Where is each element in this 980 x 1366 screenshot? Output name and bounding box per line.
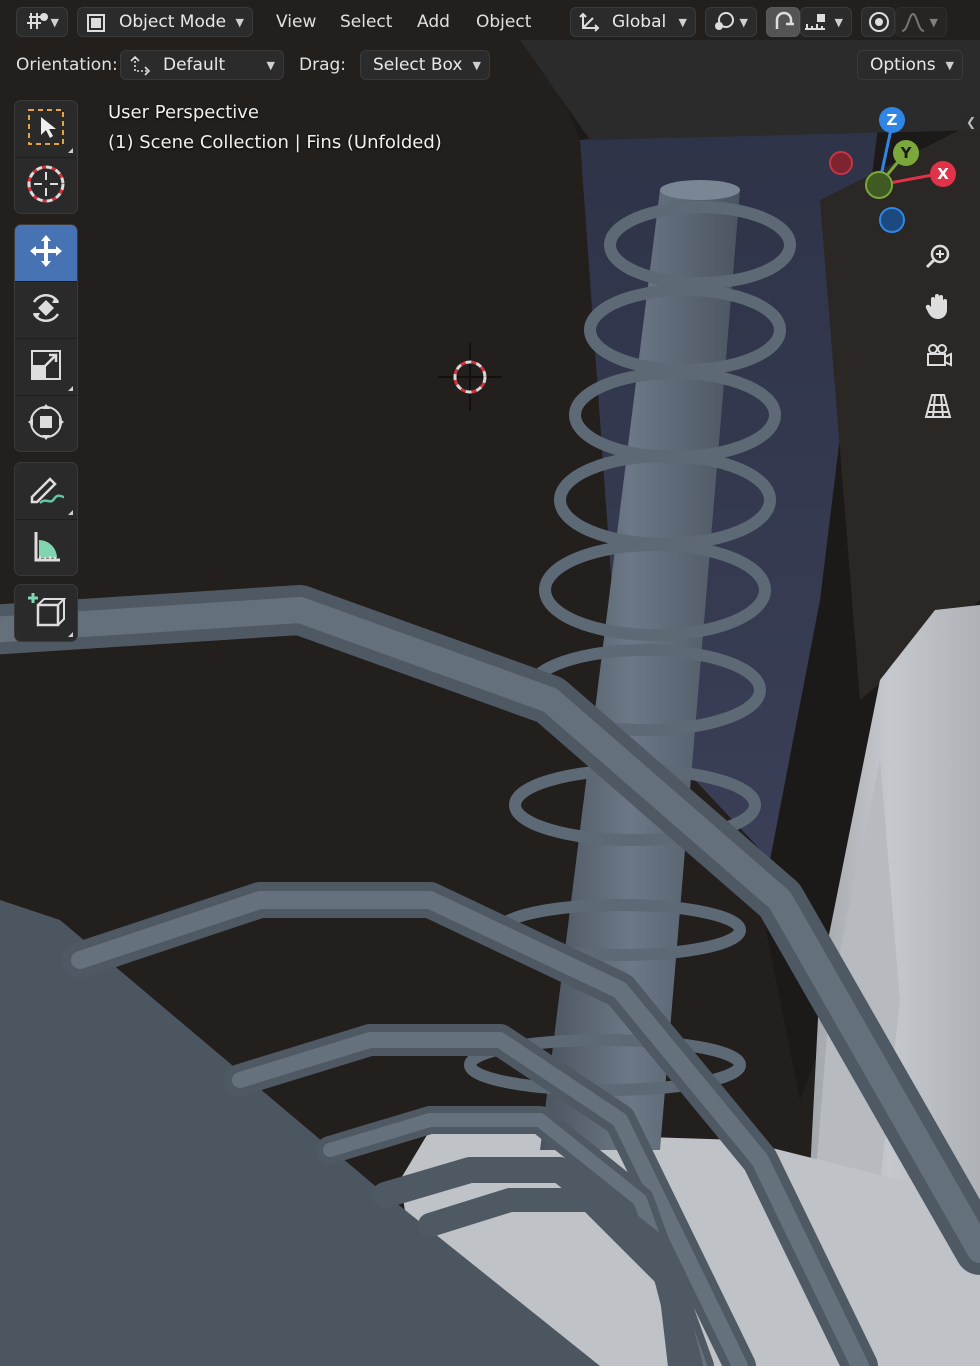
transform-tool[interactable] [15,396,77,451]
tool-corner-indicator [68,632,73,637]
add-cube-tool[interactable] [15,585,77,641]
proportional-edit-icon [867,11,891,38]
pivot-point-icon [712,11,738,38]
options-label: Options [870,55,936,75]
navigation-gizmo[interactable]: Z Y X [826,104,962,234]
blender-window: ▼ Object Mode ▼ View Select Add Object G… [0,0,980,1366]
camera-view-button[interactable] [914,336,962,380]
zoom-icon [923,242,953,276]
add-cube-icon [26,591,67,635]
drag-dropdown-value: Select Box [373,55,463,75]
perspective-toggle-button[interactable] [914,386,962,430]
mode-selector[interactable]: Object Mode ▼ [77,7,253,37]
snap-increment-selector[interactable]: ▼ [800,7,852,37]
move-icon [26,231,66,275]
scale-icon [26,345,66,389]
toolbar-group-transform [14,224,78,452]
menu-select-label: Select [340,12,393,32]
measure-tool[interactable] [15,520,77,575]
toolbar-group-annotate [14,462,78,576]
annotate-tool[interactable] [15,463,77,520]
menu-add[interactable]: Add [417,7,450,37]
menu-view-label: View [276,12,317,32]
falloff-curve-icon [900,11,926,38]
menu-view[interactable]: View [276,7,316,37]
select-box-icon [26,107,66,151]
viewport-header: ▼ Object Mode ▼ View Select Add Object G… [0,0,980,44]
viewport-collection-label: (1) Scene Collection | Fins (Unfolded) [108,132,442,153]
transform-orientation-selector[interactable]: Global ▼ [570,7,696,37]
sidebar-collapse-arrow[interactable]: ❮ [962,112,980,132]
gizmo-z-label: Z [886,111,898,129]
orientation-axes-icon [127,54,153,81]
chevron-down-icon: ▼ [945,59,954,72]
gizmo-neg-x-axis[interactable] [829,151,853,175]
move-tool[interactable] [15,225,77,282]
tool-settings-bar: Orientation: Default ▼ Drag: Select Box … [0,44,980,88]
hand-pan-icon [923,291,953,325]
toolbar-group-add [14,584,78,642]
chevron-down-icon: ▼ [266,59,275,72]
tool-corner-indicator [68,386,73,391]
orientation-gizmo-icon [578,11,602,38]
gizmo-x-label: X [937,165,949,183]
magnet-icon [772,11,796,38]
mode-label: Object Mode [119,12,227,32]
tool-corner-indicator [68,510,73,515]
annotate-pencil-icon [26,469,66,513]
perspective-grid-icon [923,391,953,425]
chevron-down-icon: ▼ [929,16,938,29]
editor-type-icon [25,11,51,38]
viewport-perspective-label: User Perspective [108,102,259,123]
rotate-tool[interactable] [15,282,77,339]
tool-corner-indicator [68,148,73,153]
cursor-tool[interactable] [15,158,77,213]
orientation-label: Global [612,12,667,32]
scale-tool[interactable] [15,339,77,396]
menu-select[interactable]: Select [340,7,392,37]
snap-increment-icon [803,11,829,38]
3d-cursor-icon [26,164,66,208]
orientation-dropdown-value: Default [163,55,226,75]
menu-object-label: Object [476,12,532,32]
object-mode-icon [86,13,106,38]
pivot-point-selector[interactable]: ▼ [705,7,757,37]
chevron-down-icon: ▼ [834,16,843,29]
measure-ruler-icon [26,526,66,570]
drag-dropdown[interactable]: Select Box ▼ [360,50,490,80]
orientation-setting-label: Orientation: [16,50,118,80]
snap-toggle[interactable] [766,7,800,37]
pan-button[interactable] [914,286,962,330]
orientation-setting-text: Orientation: [16,55,118,75]
gizmo-neg-y-axis[interactable] [865,171,893,199]
proportional-falloff-selector[interactable]: ▼ [895,7,947,37]
menu-object[interactable]: Object [476,7,531,37]
gizmo-z-axis[interactable]: Z [879,107,905,133]
gizmo-x-axis[interactable]: X [930,161,956,187]
chevron-down-icon: ▼ [235,16,244,29]
select-box-tool[interactable] [15,101,77,158]
rotate-icon [26,288,66,332]
chevron-down-icon: ▼ [739,16,748,29]
orientation-dropdown[interactable]: Default ▼ [120,50,284,80]
drag-setting-label: Drag: [299,50,346,80]
zoom-button[interactable] [914,237,962,281]
options-dropdown[interactable]: Options ▼ [857,50,963,80]
proportional-edit-toggle[interactable] [861,7,895,37]
gizmo-y-axis[interactable]: Y [893,140,919,166]
chevron-down-icon: ▼ [50,16,59,29]
menu-add-label: Add [417,12,450,32]
chevron-down-icon: ▼ [678,16,687,29]
chevron-down-icon: ▼ [472,59,481,72]
gizmo-y-label: Y [900,144,912,162]
gizmo-neg-z-axis[interactable] [879,207,905,233]
editor-type-button[interactable]: ▼ [16,7,68,37]
toolbar-group-select [14,100,78,214]
drag-setting-text: Drag: [299,55,347,75]
transform-icon [26,402,66,446]
camera-icon [923,341,953,375]
